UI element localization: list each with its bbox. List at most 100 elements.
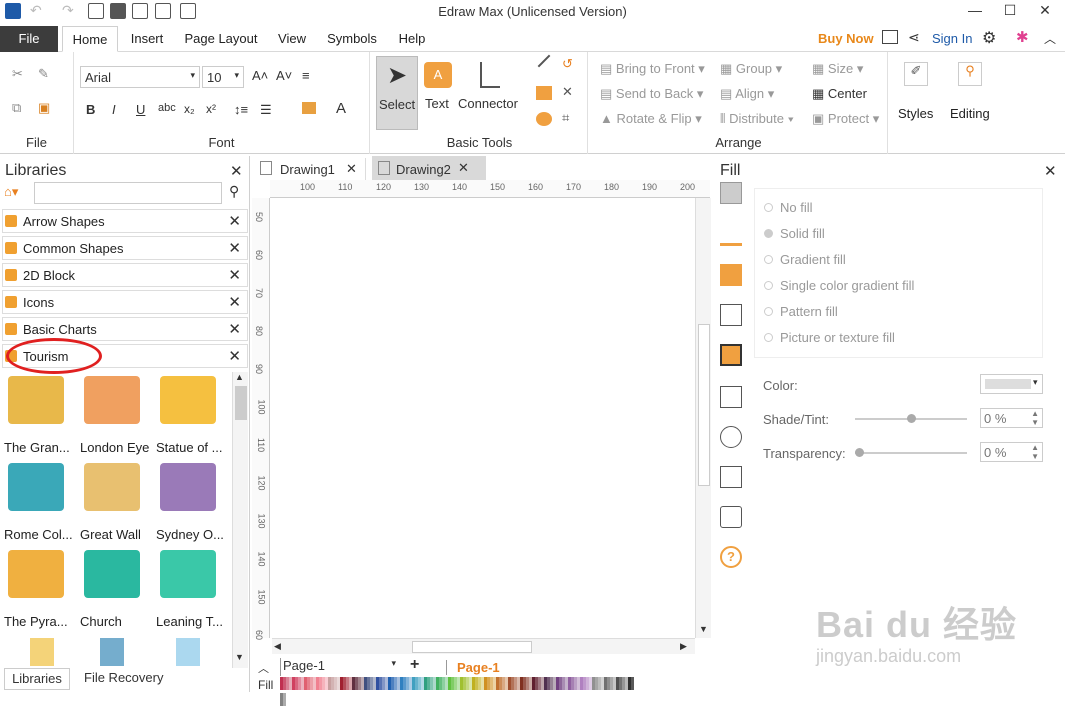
ellipse-tool-icon[interactable] bbox=[536, 112, 552, 126]
connector-tool-button[interactable]: Connector bbox=[458, 56, 520, 130]
palette-swatch[interactable] bbox=[325, 677, 328, 690]
shape-item[interactable] bbox=[30, 638, 54, 666]
cut-icon[interactable]: ✂ bbox=[12, 66, 23, 82]
buy-now-link[interactable]: Buy Now bbox=[818, 31, 874, 46]
libraries-bottom-tab[interactable]: Libraries bbox=[4, 668, 70, 690]
styles-button[interactable]: ✐ Styles bbox=[894, 60, 940, 140]
palette-swatch[interactable] bbox=[601, 677, 604, 690]
close-icon[interactable]: ✕ bbox=[228, 266, 241, 284]
rotate-flip-button[interactable]: ▲ Rotate & Flip ▾ bbox=[600, 111, 702, 127]
tab-page-layout[interactable]: Page Layout bbox=[180, 26, 262, 52]
tab-insert[interactable]: Insert bbox=[122, 26, 172, 52]
palette-swatch[interactable] bbox=[349, 677, 352, 690]
shape-item[interactable]: Great Wall bbox=[80, 463, 150, 542]
help-icon[interactable]: ? bbox=[720, 546, 742, 568]
color-palette[interactable] bbox=[280, 677, 635, 706]
font-color-icon[interactable]: A bbox=[336, 100, 346, 117]
library-item[interactable]: Icons ✕ bbox=[2, 290, 248, 314]
comment-icon[interactable] bbox=[720, 506, 742, 528]
shape-item[interactable] bbox=[176, 638, 200, 666]
library-item[interactable]: Common Shapes ✕ bbox=[2, 236, 248, 260]
palette-swatch[interactable] bbox=[457, 677, 460, 690]
send-to-back-button[interactable]: ▤ Send to Back ▾ bbox=[600, 86, 703, 102]
palette-swatch[interactable] bbox=[469, 677, 472, 690]
page-icon[interactable] bbox=[720, 386, 742, 408]
libraries-close-icon[interactable]: ✕ bbox=[230, 162, 243, 180]
settings-icon[interactable]: ⚙ bbox=[982, 28, 996, 48]
crop-tool-icon[interactable]: ⌗ bbox=[562, 110, 569, 126]
close-icon[interactable]: ✕ bbox=[458, 160, 469, 176]
shape-item[interactable]: London Eye bbox=[80, 376, 150, 455]
close-icon[interactable]: ✕ bbox=[228, 239, 241, 257]
palette-swatch[interactable] bbox=[565, 677, 568, 690]
file-menu[interactable]: File bbox=[0, 26, 58, 52]
bold-icon[interactable]: B bbox=[86, 102, 95, 117]
transparency-slider[interactable] bbox=[855, 448, 967, 457]
palette-swatch[interactable] bbox=[397, 677, 400, 690]
shrink-font-icon[interactable]: A˅ bbox=[276, 68, 292, 83]
palette-swatch[interactable] bbox=[433, 677, 436, 690]
collapse-ribbon-icon[interactable]: ︿ bbox=[1044, 30, 1056, 47]
shadow-icon[interactable] bbox=[720, 264, 742, 286]
subscript-icon[interactable]: x₂ bbox=[184, 102, 195, 116]
palette-swatch[interactable] bbox=[283, 693, 286, 706]
shape-item[interactable]: Leaning T... bbox=[156, 550, 226, 629]
line-spacing-icon[interactable]: ↕≡ bbox=[234, 102, 248, 117]
text-tool-button[interactable]: A Text bbox=[422, 56, 456, 130]
palette-swatch[interactable] bbox=[505, 677, 508, 690]
stepper-icon[interactable]: ▲ ▼ bbox=[1031, 443, 1039, 461]
search-icon[interactable]: ⚲ bbox=[229, 183, 239, 200]
cross-tool-icon[interactable]: ✕ bbox=[562, 84, 573, 100]
tab-drawing1[interactable]: Drawing1 ✕ bbox=[258, 158, 366, 180]
no-fill-option[interactable]: No fill bbox=[764, 200, 813, 215]
palette-swatch[interactable] bbox=[385, 677, 388, 690]
scroll-right-icon[interactable]: ▶ bbox=[680, 641, 687, 652]
horizontal-scrollbar[interactable]: ◀ ▶ bbox=[272, 638, 695, 654]
tab-symbols[interactable]: Symbols bbox=[322, 26, 382, 52]
stepper-icon[interactable]: ▲ ▼ bbox=[1031, 409, 1039, 427]
copy-icon[interactable]: ⧉ bbox=[12, 100, 21, 116]
scroll-thumb[interactable] bbox=[698, 324, 710, 486]
palette-swatch[interactable] bbox=[493, 677, 496, 690]
underline-icon[interactable]: U bbox=[136, 102, 145, 117]
library-item[interactable]: 2D Block ✕ bbox=[2, 263, 248, 287]
shade-slider[interactable] bbox=[855, 414, 967, 423]
document-icon[interactable] bbox=[720, 466, 742, 488]
solid-fill-option[interactable]: Solid fill bbox=[764, 226, 825, 241]
grow-font-icon[interactable]: A˄ bbox=[252, 68, 268, 83]
rectangle-tool-icon[interactable] bbox=[536, 86, 552, 100]
page-select[interactable]: Page-1 ▾ bbox=[280, 658, 398, 676]
color-picker[interactable]: ▾ bbox=[980, 374, 1043, 394]
strikethrough-icon[interactable]: abc bbox=[158, 102, 176, 114]
scroll-thumb[interactable] bbox=[235, 386, 247, 420]
shape-item[interactable]: Sydney O... bbox=[156, 463, 226, 542]
image-icon[interactable] bbox=[720, 304, 742, 326]
group-button[interactable]: ▦ Group ▾ bbox=[720, 61, 782, 77]
scroll-thumb[interactable] bbox=[412, 641, 532, 653]
scroll-down-icon[interactable]: ▼ bbox=[235, 652, 244, 662]
palette-swatch[interactable] bbox=[517, 677, 520, 690]
home-icon[interactable]: ⌂▾ bbox=[4, 184, 18, 200]
shape-item[interactable]: The Gran... bbox=[4, 376, 74, 455]
tab-home[interactable]: Home bbox=[62, 26, 118, 52]
library-search-input[interactable] bbox=[34, 182, 222, 204]
font-name-select[interactable]: Arial ▾ bbox=[80, 66, 200, 88]
protect-button[interactable]: ▣ Protect ▾ bbox=[812, 111, 879, 127]
scroll-down-icon[interactable]: ▼ bbox=[699, 624, 708, 634]
picture-fill-option[interactable]: Picture or texture fill bbox=[764, 330, 895, 345]
select-tool-button[interactable]: ➤ Select bbox=[376, 56, 418, 130]
center-button[interactable]: ▦ Center bbox=[812, 86, 867, 102]
page-tab[interactable]: Page-1 bbox=[446, 660, 500, 675]
share-icon[interactable]: ⋖ bbox=[908, 29, 920, 46]
slider-thumb[interactable] bbox=[907, 414, 916, 423]
collapse-icon[interactable]: ︿ bbox=[258, 660, 269, 676]
pattern-fill-option[interactable]: Pattern fill bbox=[764, 304, 838, 319]
transparency-input[interactable]: 0 % ▲ ▼ bbox=[980, 442, 1043, 462]
vertical-scrollbar[interactable]: ▼ bbox=[695, 198, 711, 638]
layer-icon[interactable] bbox=[720, 344, 742, 366]
sign-in-link[interactable]: Sign In bbox=[932, 31, 972, 46]
palette-swatch[interactable] bbox=[301, 677, 304, 690]
palette-swatch[interactable] bbox=[421, 677, 424, 690]
font-size-select[interactable]: 10 ▾ bbox=[202, 66, 244, 88]
tab-view[interactable]: View bbox=[272, 26, 312, 52]
